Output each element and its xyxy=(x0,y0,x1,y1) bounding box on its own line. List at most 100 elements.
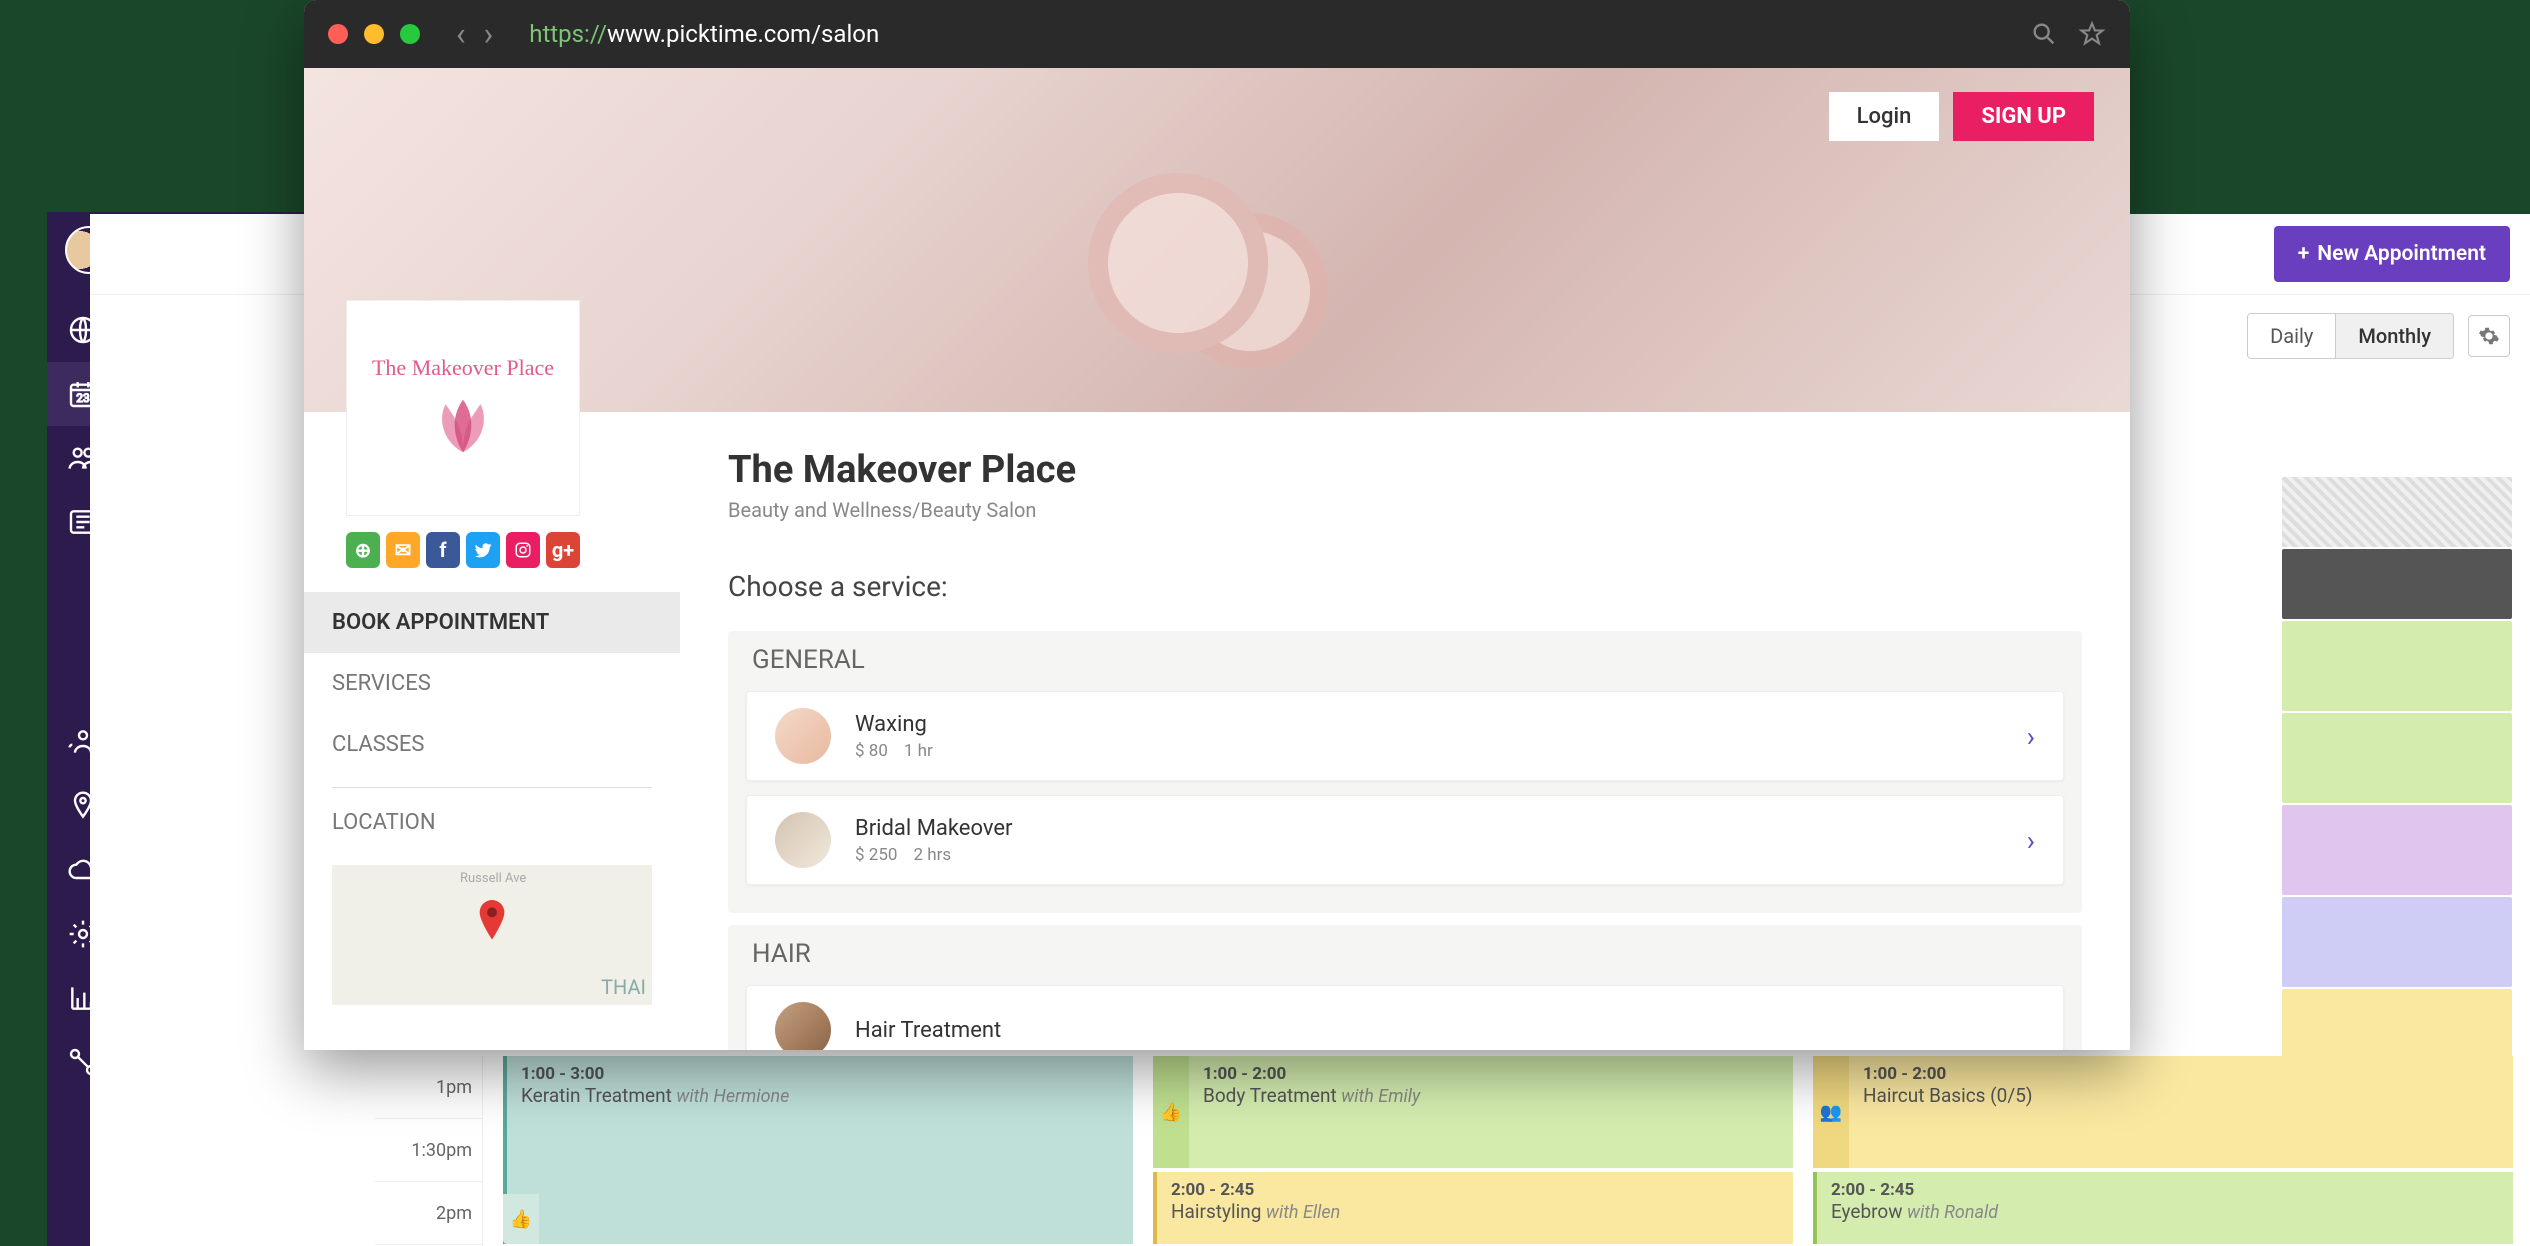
map-pin-icon xyxy=(477,900,507,942)
new-appointment-button[interactable]: + New Appointment xyxy=(2274,226,2510,282)
service-area-hair: HAIR Hair Treatment xyxy=(728,925,2082,1050)
location-map[interactable]: Russell Ave THAI xyxy=(332,865,652,1005)
divider xyxy=(332,787,652,788)
time-label: 2pm xyxy=(375,1182,482,1245)
view-daily-button[interactable]: Daily xyxy=(2248,314,2336,358)
appt-with: with Hermione xyxy=(676,1086,789,1107)
search-icon[interactable] xyxy=(2030,20,2058,48)
service-info: Hair Treatment xyxy=(855,1018,2035,1043)
appt-title: Keratin Treatment xyxy=(521,1084,672,1107)
service-price: $ 80 xyxy=(855,741,888,761)
appt-with: with Emily xyxy=(1341,1086,1420,1107)
view-monthly-button[interactable]: Monthly xyxy=(2336,314,2453,358)
calendar-block-purple[interactable] xyxy=(2282,805,2512,895)
time-label: 1:30pm xyxy=(375,1119,482,1182)
twitter-icon[interactable] xyxy=(466,532,500,568)
business-logo: The Makeover Place xyxy=(346,300,580,516)
maximize-window-button[interactable] xyxy=(400,24,420,44)
service-price: $ 250 xyxy=(855,845,897,865)
appt-time: 2:00 - 2:45 xyxy=(1171,1180,1779,1200)
appointment-keratin[interactable]: 1:00 - 3:00 Keratin Treatment with Hermi… xyxy=(503,1056,1133,1244)
facebook-icon[interactable]: f xyxy=(426,532,460,568)
people-icon: 👥 xyxy=(1813,1056,1849,1168)
chevron-right-icon: › xyxy=(2027,720,2035,753)
time-column: 1pm 1:30pm 2pm xyxy=(375,1056,483,1246)
service-info: Waxing $ 801 hr xyxy=(855,712,2027,761)
appt-with: with Ellen xyxy=(1266,1202,1340,1223)
service-name: Hair Treatment xyxy=(855,1018,2035,1043)
appointment-body-treatment[interactable]: 👍 1:00 - 2:00 Body Treatment with Emily xyxy=(1153,1056,1793,1168)
appointment-haircut-basics[interactable]: 👥 1:00 - 2:00 Haircut Basics (0/5) xyxy=(1813,1056,2513,1168)
service-thumbnail xyxy=(775,812,831,868)
calendar-block-green[interactable] xyxy=(2282,621,2512,711)
website-icon[interactable]: ⊕ xyxy=(346,532,380,568)
browser-forward-button[interactable]: › xyxy=(484,15,494,53)
business-category: Beauty and Wellness/Beauty Salon xyxy=(728,498,2082,522)
star-icon[interactable] xyxy=(2078,20,2106,48)
thumbs-up-icon: 👍 xyxy=(503,1194,539,1244)
appointment-eyebrow[interactable]: 2:00 - 2:45 Eyebrow with Ronald xyxy=(1813,1172,2513,1244)
url-host: www.picktime.com/salon xyxy=(607,20,879,48)
signup-button[interactable]: SIGN UP xyxy=(1953,92,2094,141)
url-bar[interactable]: https://www.picktime.com/salon xyxy=(529,20,2014,48)
appt-title: Eyebrow xyxy=(1831,1200,1903,1223)
url-protocol: https:// xyxy=(529,20,607,48)
service-hair-treatment[interactable]: Hair Treatment xyxy=(746,985,2064,1050)
appt-time: 2:00 - 2:45 xyxy=(1831,1180,2499,1200)
email-icon[interactable]: ✉ xyxy=(386,532,420,568)
chevron-right-icon: › xyxy=(2027,824,2035,857)
svg-text:23: 23 xyxy=(76,391,90,405)
social-icons: ⊕ ✉ f g+ xyxy=(346,532,580,568)
business-title: The Makeover Place xyxy=(728,448,2082,492)
panel-book-appointment[interactable]: BOOK APPOINTMENT xyxy=(304,592,680,653)
business-logo-text: The Makeover Place xyxy=(372,355,554,381)
lotus-icon xyxy=(418,391,508,461)
appt-with: with Ronald xyxy=(1907,1202,1998,1223)
service-category-hair: HAIR xyxy=(752,939,2064,969)
time-label: 1pm xyxy=(375,1056,482,1119)
right-panel: The Makeover Place Beauty and Wellness/B… xyxy=(680,412,2130,1050)
service-name: Bridal Makeover xyxy=(855,816,2027,841)
browser-chrome: ‹ › https://www.picktime.com/salon xyxy=(304,0,2130,68)
instagram-icon[interactable] xyxy=(506,532,540,568)
calendar-block-dark xyxy=(2282,549,2512,619)
calendar-block-green2[interactable] xyxy=(2282,713,2512,803)
map-road-label: Russell Ave xyxy=(460,871,526,886)
service-area-general: GENERAL Waxing $ 801 hr › Bridal Makeove… xyxy=(728,631,2082,913)
plus-icon: + xyxy=(2298,242,2310,266)
browser-back-button[interactable]: ‹ xyxy=(456,15,466,53)
minimize-window-button[interactable] xyxy=(364,24,384,44)
calendar-settings-button[interactable] xyxy=(2468,315,2510,357)
service-thumbnail xyxy=(775,1002,831,1050)
browser-nav-arrows: ‹ › xyxy=(456,15,493,53)
service-info: Bridal Makeover $ 250 2 hrs xyxy=(855,816,2027,865)
service-section: GENERAL Waxing $ 801 hr › Bridal Makeove… xyxy=(728,631,2082,1050)
panel-location[interactable]: LOCATION xyxy=(304,792,680,853)
calendar-block-disabled xyxy=(2282,477,2512,547)
service-duration: 2 hrs xyxy=(913,845,951,865)
browser-window: ‹ › https://www.picktime.com/salon Login… xyxy=(304,0,2130,1050)
browser-actions xyxy=(2030,20,2106,48)
login-button[interactable]: Login xyxy=(1829,92,1940,141)
service-thumbnail xyxy=(775,708,831,764)
service-bridal[interactable]: Bridal Makeover $ 250 2 hrs › xyxy=(746,795,2064,885)
service-meta: $ 250 2 hrs xyxy=(855,845,2027,865)
panel-services[interactable]: SERVICES xyxy=(304,653,680,714)
thumbs-up-icon: 👍 xyxy=(1153,1056,1189,1168)
service-duration: 1 hr xyxy=(904,741,933,761)
window-controls xyxy=(328,24,420,44)
appt-title: Hairstyling xyxy=(1171,1200,1261,1223)
appt-title: Body Treatment xyxy=(1203,1084,1337,1107)
appt-time: 1:00 - 2:00 xyxy=(1863,1064,2499,1084)
close-window-button[interactable] xyxy=(328,24,348,44)
choose-service-heading: Choose a service: xyxy=(728,570,2082,603)
calendar-day-strip: 1pm 1:30pm 2pm 1:00 - 3:00 Keratin Treat… xyxy=(375,1056,2530,1246)
service-waxing[interactable]: Waxing $ 801 hr › xyxy=(746,691,2064,781)
calendar-block-lavender[interactable] xyxy=(2282,897,2512,987)
googleplus-icon[interactable]: g+ xyxy=(546,532,580,568)
appointment-hairstyling[interactable]: 2:00 - 2:45 Hairstyling with Ellen xyxy=(1153,1172,1793,1244)
strip-area: 1:00 - 3:00 Keratin Treatment with Hermi… xyxy=(483,1056,2530,1246)
panel-classes[interactable]: CLASSES xyxy=(304,714,680,775)
profile-card: The Makeover Place ⊕ ✉ f g+ xyxy=(346,300,580,568)
gear-icon xyxy=(2478,325,2500,347)
